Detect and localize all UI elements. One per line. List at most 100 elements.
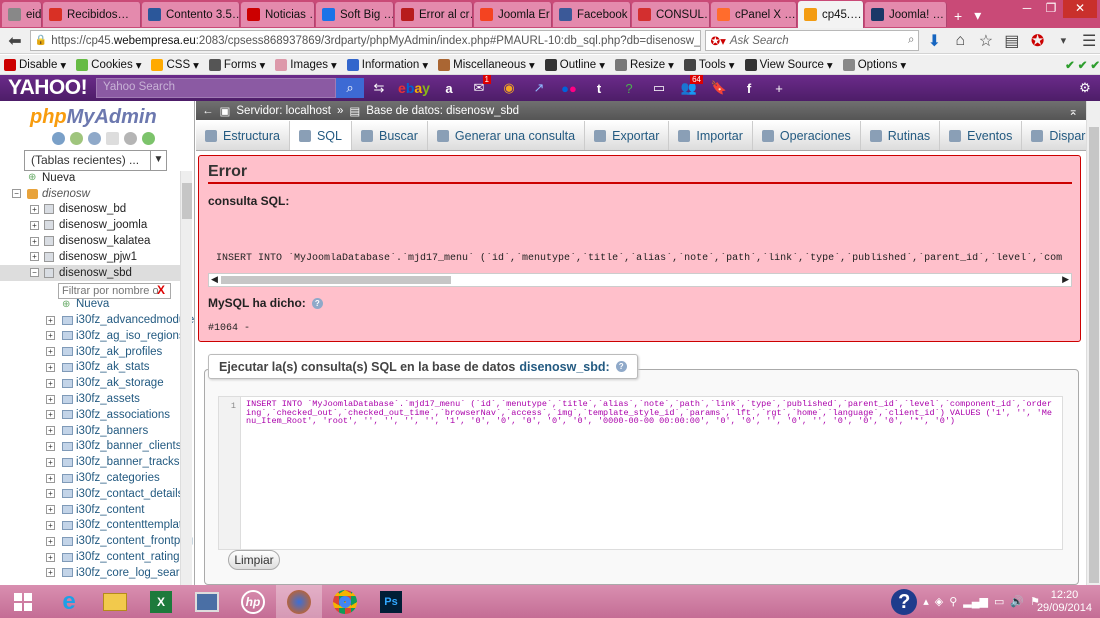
- browser-tab[interactable]: Joomla! …: [865, 2, 947, 27]
- toolbar-menu-images[interactable]: Images ▾: [275, 58, 337, 72]
- toolbar-menu-resize[interactable]: Resize ▾: [614, 58, 674, 72]
- new-tab-icon[interactable]: +: [948, 3, 968, 28]
- browser-tab[interactable]: Facebook: [553, 2, 631, 27]
- bluetooth-icon[interactable]: ⚲: [949, 595, 957, 608]
- sidebar-table-item[interactable]: + i30fz_ak_storage: [0, 375, 180, 391]
- breadcrumb-server[interactable]: Servidor: localhost: [236, 105, 331, 117]
- run-query-database[interactable]: disenosw_sbd:: [519, 360, 609, 374]
- bookmark-ribbon-icon[interactable]: 🔖: [704, 75, 734, 101]
- notifications-icon[interactable]: 👥 64: [674, 75, 704, 101]
- tab-exportar[interactable]: Exportar: [585, 121, 670, 150]
- search-icon[interactable]: ⌕: [908, 34, 914, 47]
- more-tools-icon[interactable]: ▾: [1052, 30, 1074, 52]
- sql-query-text[interactable]: INSERT INTO `MyJoomlaDatabase`.`mjd17_me…: [246, 400, 1056, 426]
- browser-tab[interactable]: Contento 3.5…: [142, 2, 240, 27]
- sidebar-table-item[interactable]: + i30fz_content: [0, 502, 180, 518]
- docs-icon[interactable]: [106, 132, 119, 145]
- tumblr-icon[interactable]: t: [584, 75, 614, 101]
- tab-operaciones[interactable]: Operaciones: [753, 121, 861, 150]
- excel-icon[interactable]: X: [138, 585, 184, 618]
- expand-icon[interactable]: +: [46, 441, 55, 451]
- toolbar-menu-view-source[interactable]: View Source ▾: [744, 58, 833, 72]
- expand-icon[interactable]: +: [46, 505, 55, 515]
- expand-icon[interactable]: +: [46, 347, 55, 357]
- sidebar-table-item[interactable]: + i30fz_contact_details: [0, 486, 183, 502]
- sidebar-database-item[interactable]: + disenosw_pjw1: [0, 249, 180, 265]
- finance-chart-icon[interactable]: ↗: [524, 75, 554, 101]
- sidebar-table-item[interactable]: + i30fz_ag_iso_regions: [0, 328, 185, 344]
- scroll-right-icon[interactable]: ▶: [1062, 274, 1069, 285]
- screen-icon[interactable]: ▭: [644, 75, 674, 101]
- filter-clear-button[interactable]: X: [157, 283, 165, 297]
- close-window-icon[interactable]: ✕: [1063, 0, 1097, 18]
- browser-tab[interactable]: Noticias …: [241, 2, 315, 27]
- basketball-icon[interactable]: ◉: [494, 75, 524, 101]
- expand-icon[interactable]: +: [46, 362, 55, 372]
- browser-tab[interactable]: cp45.…✕: [798, 1, 864, 28]
- browser-tab[interactable]: Recibidos…: [43, 2, 141, 27]
- yahoo-arrow-icon[interactable]: ⇆: [364, 75, 394, 101]
- sidebar-database-item[interactable]: + disenosw_joomla: [0, 217, 180, 233]
- tab-generar-una-consulta[interactable]: Generar una consulta: [428, 121, 586, 150]
- clear-button[interactable]: Limpiar: [228, 550, 280, 570]
- expand-icon[interactable]: +: [30, 220, 39, 230]
- sidebar-table-item[interactable]: + i30fz_banner_clients: [0, 439, 182, 455]
- signal-icon[interactable]: ▂▄▆: [963, 595, 988, 608]
- tab-list-dropdown-icon[interactable]: ▾: [968, 3, 987, 28]
- collapse-icon[interactable]: −: [30, 268, 39, 278]
- expand-icon[interactable]: +: [46, 536, 55, 546]
- help-icon[interactable]: ?: [311, 298, 323, 310]
- settings-gear-icon[interactable]: ⚙: [1070, 75, 1100, 101]
- toolbar-menu-tools[interactable]: Tools ▾: [683, 58, 735, 72]
- photoshop-icon[interactable]: Ps: [368, 585, 414, 618]
- download-icon[interactable]: ⬇: [923, 30, 945, 52]
- tab-importar[interactable]: Importar: [669, 121, 753, 150]
- search-field[interactable]: ✪▾ Ask Search ⌕: [705, 30, 920, 51]
- start-button[interactable]: [0, 585, 46, 618]
- file-explorer-icon[interactable]: [92, 585, 138, 618]
- tree-item-root[interactable]: − disenosw: [0, 186, 180, 202]
- toolbar-menu-css[interactable]: CSS ▾: [151, 58, 199, 72]
- js-valid-icon[interactable]: ✔: [1078, 58, 1088, 72]
- tab-buscar[interactable]: Buscar: [352, 121, 428, 150]
- toolbar-menu-forms[interactable]: Forms ▾: [208, 58, 265, 72]
- answers-icon[interactable]: ?: [614, 75, 644, 101]
- expand-icon[interactable]: +: [46, 457, 55, 467]
- network-icon[interactable]: ◈: [935, 595, 943, 608]
- expand-icon[interactable]: +: [46, 568, 55, 578]
- expand-icon[interactable]: +: [46, 426, 55, 436]
- collapse-icon[interactable]: −: [12, 189, 21, 199]
- yahoo-mail-icon[interactable]: ✉ 1: [464, 75, 494, 101]
- battery-icon[interactable]: ▭: [994, 595, 1004, 608]
- sidebar-table-item[interactable]: + i30fz_advancedmodule: [0, 312, 194, 328]
- tab-disparadores[interactable]: Disparadores: [1022, 121, 1086, 150]
- browser-tab[interactable]: Soft Big …: [316, 2, 394, 27]
- system-clock[interactable]: 12:20 29/09/2014: [1037, 589, 1092, 615]
- phpmyadmin-logo[interactable]: phpMyAdmin: [30, 106, 157, 129]
- tab-eventos[interactable]: Eventos: [940, 121, 1023, 150]
- expand-icon[interactable]: +: [46, 520, 55, 530]
- sidebar-table-item[interactable]: + i30fz_ak_stats: [0, 360, 180, 376]
- home-icon[interactable]: ⌂: [949, 30, 971, 52]
- toolbar-menu-cookies[interactable]: Cookies ▾: [76, 58, 141, 72]
- back-icon[interactable]: ⬅: [4, 30, 26, 52]
- tree-item-new[interactable]: ⊕ Nueva: [0, 170, 180, 186]
- expand-icon[interactable]: +: [46, 378, 55, 388]
- toolbar-menu-options[interactable]: Options ▾: [842, 58, 906, 72]
- sidebar-table-item[interactable]: + i30fz_contenttemplate: [0, 518, 189, 534]
- url-bar[interactable]: 🔒 https://cp45.webempresa.eu:2083/cpsess…: [29, 30, 702, 51]
- internet-explorer-icon[interactable]: e: [46, 585, 92, 618]
- html-valid-icon[interactable]: ✔: [1090, 58, 1100, 72]
- browser-tab[interactable]: cPanel X …: [711, 2, 797, 27]
- sidebar-table-item[interactable]: + i30fz_content_frontpag: [0, 533, 193, 549]
- flickr-icon[interactable]: ● ●: [554, 75, 584, 101]
- query-horizontal-scrollbar[interactable]: ◀ ▶: [208, 273, 1072, 287]
- logout-icon[interactable]: [70, 132, 83, 145]
- maximize-icon[interactable]: ❐: [1039, 0, 1063, 18]
- sidebar-scrollbar[interactable]: [180, 171, 192, 585]
- sidebar-database-item[interactable]: + disenosw_bd: [0, 202, 180, 218]
- breadcrumb-database[interactable]: Base de datos: disenosw_sbd: [366, 105, 519, 117]
- reload-nav-icon[interactable]: [142, 132, 155, 145]
- tab-rutinas[interactable]: Rutinas: [861, 121, 941, 150]
- expand-icon[interactable]: +: [30, 236, 39, 246]
